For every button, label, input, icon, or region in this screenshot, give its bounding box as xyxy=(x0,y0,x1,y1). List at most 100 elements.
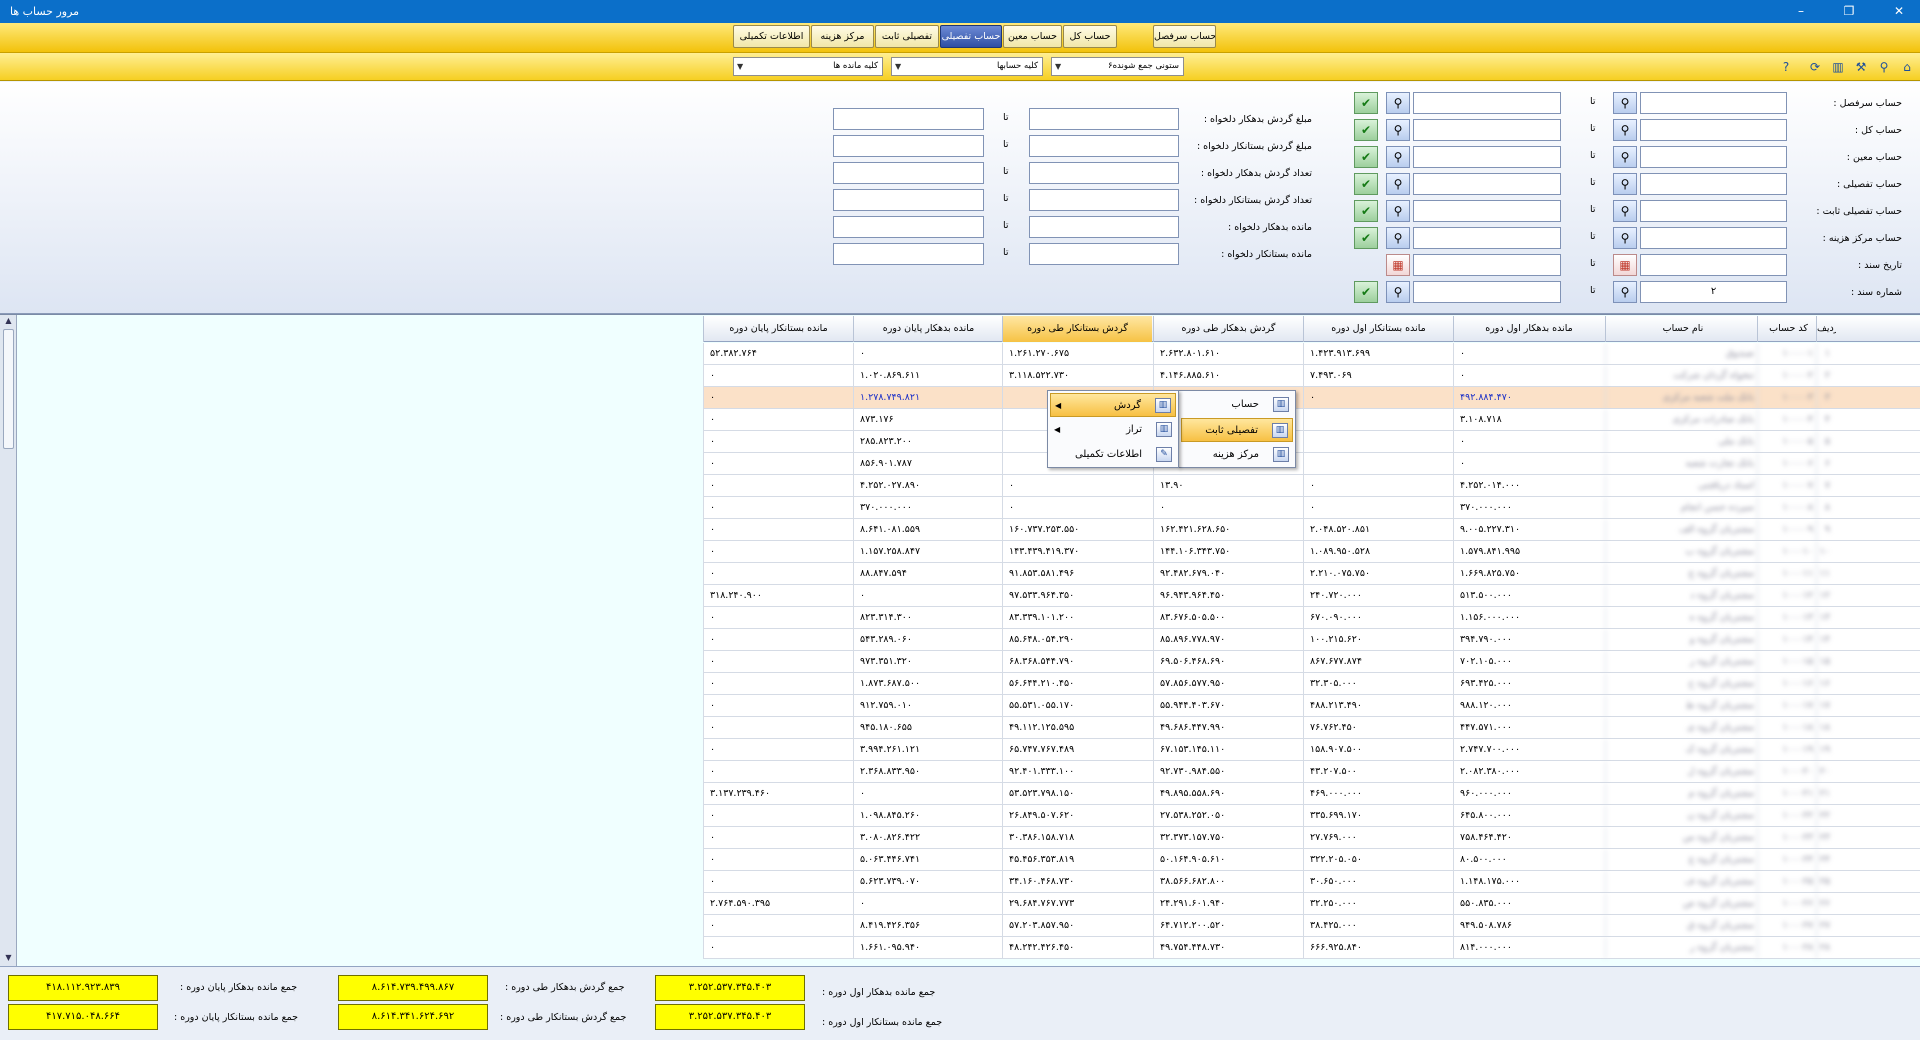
table-row[interactable]: ۱۵ ۱۰۰۰۱۵ مشتریان گروه ز ۷۰۲.۱۰۵.۰۰۰ ۸۶۷.۶۷۷… xyxy=(703,651,1920,673)
header-account-code[interactable]: کد حساب xyxy=(1757,316,1819,342)
close-button[interactable]: ✕ xyxy=(1884,2,1914,20)
search-icon[interactable]: ⚲ xyxy=(1386,227,1410,249)
table-row[interactable]: ۲۷ ۱۰۰۰۲۷ مشتریان گروه ق ۹۴۹.۵۰۸.۷۸۶ ۳۸.۴۲۵.… xyxy=(703,915,1920,937)
table-row[interactable]: ۲۲ ۱۰۰۰۲۲ مشتریان گروه ن ۶۴۵.۸۰۰.۰۰۰ ۳۳۵.۶۹۹… xyxy=(703,805,1920,827)
check-icon[interactable]: ✔ xyxy=(1354,173,1378,195)
table-row[interactable]: ۱۸ ۱۰۰۰۱۸ مشتریان گروه ی ۴۴۷.۵۷۱.۰۰۰ ۷۶.۷۶۲.… xyxy=(703,717,1920,739)
filter-from-input[interactable] xyxy=(1640,92,1787,114)
table-row[interactable]: ۲۶ ۱۰۰۰۲۶ مشتریان گروه ص ۵۵۰.۸۳۵.۰۰۰ ۳۲.۲۵۰.… xyxy=(703,893,1920,915)
amount-from-input[interactable] xyxy=(1029,135,1179,157)
filter-from-input[interactable] xyxy=(1640,173,1787,195)
minimize-button[interactable]: – xyxy=(1786,2,1816,20)
amount-from-input[interactable] xyxy=(1029,189,1179,211)
maximize-button[interactable]: ❐ xyxy=(1834,2,1864,20)
tab-tafsili-sabet[interactable]: تفصیلی ثابت xyxy=(875,25,939,48)
context-menu-item[interactable]: ✎ اطلاعات تکمیلی xyxy=(1050,443,1176,467)
table-row[interactable]: ۷ ۱۰۰۰۰۷ اسناد دریافتنی ۴.۲۵۲.۰۱۴.۰۰۰ ۰ ۱۳.۹۰… xyxy=(703,475,1920,497)
accounts-select[interactable]: ▼ کلیه حسابها xyxy=(891,57,1043,76)
table-row[interactable]: ۲۵ ۱۰۰۰۲۵ مشتریان گروه ف ۱.۱۴۸.۱۷۵.۰۰۰ ۳۰.۶۵… xyxy=(703,871,1920,893)
table-row[interactable]: ۱۷ ۱۰۰۰۱۷ مشتریان گروه ط ۹۸۸.۱۲۰.۰۰۰ ۴۸۸.۲۱۳… xyxy=(703,695,1920,717)
table-row[interactable]: ۲۸ ۱۰۰۰۲۸ مشتریان گروه ر ۸۱۴.۰۰۰.۰۰۰ ۶۶۶.۹۲۵… xyxy=(703,937,1920,959)
scroll-up-icon[interactable]: ▲ xyxy=(2,316,15,328)
filter-from-input[interactable] xyxy=(1640,200,1787,222)
header-open-credit[interactable]: مانده بستانکار اول دوره xyxy=(1303,316,1453,342)
filter-to-input[interactable] xyxy=(1413,200,1561,222)
amount-to-input[interactable] xyxy=(833,162,984,184)
filter-from-input[interactable] xyxy=(1640,119,1787,141)
search-icon[interactable]: ⚲ xyxy=(1386,173,1410,195)
table-row[interactable]: ۲۴ ۱۰۰۰۲۴ مشتریان گروه ع ۸۰.۵۰۰.۰۰۰ ۳۲۲.۲۰۵.… xyxy=(703,849,1920,871)
header-end-credit[interactable]: مانده بستانکار پایان دوره xyxy=(703,316,853,342)
help-icon[interactable]: ? xyxy=(1779,60,1793,74)
table-row[interactable]: ۱۲ ۱۰۰۰۱۲ مشتریان گروه د ۵۱۳.۵۰۰.۰۰۰ ۲۴۰.۷۲۰… xyxy=(703,585,1920,607)
amount-to-input[interactable] xyxy=(833,189,984,211)
table-row[interactable]: ۱ ۱۰۰۰۰۱ صندوق ۰ ۱.۴۲۳.۹۱۳.۶۹۹ ۲.۶۳۲.۸۰۱.۶۱۰ ۱… xyxy=(703,343,1920,365)
tab-sarfasl[interactable]: حساب سرفصل xyxy=(1153,25,1216,48)
amount-from-input[interactable] xyxy=(1029,216,1179,238)
table-row[interactable]: ۱۹ ۱۰۰۰۱۹ مشتریان گروه ک ۲.۷۴۷.۷۰۰.۰۰۰ ۱۵۸.۹… xyxy=(703,739,1920,761)
filter-icon[interactable]: ⚲ xyxy=(1877,60,1891,74)
amount-to-input[interactable] xyxy=(833,108,984,130)
amount-from-input[interactable] xyxy=(1029,162,1179,184)
header-open-debit[interactable]: مانده بدهکار اول دوره xyxy=(1453,316,1604,342)
amount-to-input[interactable] xyxy=(833,135,984,157)
calendar-icon[interactable]: ▦ xyxy=(1613,254,1637,276)
context-submenu-item[interactable]: ▥ تفصیلی ثابت xyxy=(1181,418,1293,442)
search-icon[interactable]: ⚲ xyxy=(1613,119,1637,141)
header-turn-credit[interactable]: گردش بستانکار طی دوره xyxy=(1002,316,1152,342)
amount-from-input[interactable] xyxy=(1029,243,1179,265)
table-row[interactable]: ۱۶ ۱۰۰۰۱۶ مشتریان گروه ح ۶۹۳.۴۲۵.۰۰۰ ۳۲.۳۰۵.… xyxy=(703,673,1920,695)
table-row[interactable]: ۱۰ ۱۰۰۰۱۰ مشتریان گروه ب ۱.۵۷۹.۸۴۱.۹۹۵ ۱.۰۸۹… xyxy=(703,541,1920,563)
check-icon[interactable]: ✔ xyxy=(1354,119,1378,141)
scroll-down-icon[interactable]: ▼ xyxy=(2,953,15,965)
filter-from-input[interactable]: ۲ xyxy=(1640,281,1787,303)
table-row[interactable]: ۴ ۱۰۰۰۰۴ بانک صادرات مرکزی ۳.۱۰۸.۷۱۸ ۸۷۳.۱۷۶… xyxy=(703,409,1920,431)
home-icon[interactable]: ⌂ xyxy=(1900,60,1914,74)
search-icon[interactable]: ⚲ xyxy=(1613,227,1637,249)
check-icon[interactable]: ✔ xyxy=(1354,92,1378,114)
scroll-thumb[interactable] xyxy=(3,329,14,449)
filter-from-input[interactable] xyxy=(1640,146,1787,168)
table-row[interactable]: ۸ ۱۰۰۰۰۸ سپرده حسن انجام ۳۷۰.۰۰۰.۰۰۰ ۰ ۰ ۰ ۳۷۰.… xyxy=(703,497,1920,519)
search-icon[interactable]: ⚲ xyxy=(1613,92,1637,114)
table-row[interactable]: ۲۰ ۱۰۰۰۲۰ مشتریان گروه ل ۲.۰۸۲.۳۸۰.۰۰۰ ۴۳.۲۰… xyxy=(703,761,1920,783)
header-account-name[interactable]: نام حساب xyxy=(1605,316,1760,342)
search-icon[interactable]: ⚲ xyxy=(1613,200,1637,222)
filter-to-input[interactable] xyxy=(1413,92,1561,114)
header-turn-debit[interactable]: گردش بدهکار طی دوره xyxy=(1153,316,1303,342)
header-end-debit[interactable]: مانده بدهکار پایان دوره xyxy=(853,316,1003,342)
tab-cost-center[interactable]: مرکز هزینه xyxy=(811,25,874,48)
filter-to-input[interactable] xyxy=(1413,254,1561,276)
search-icon[interactable]: ⚲ xyxy=(1386,146,1410,168)
filter-from-input[interactable] xyxy=(1640,227,1787,249)
context-menu-item[interactable]: ▥ تراز ◀ xyxy=(1050,418,1176,442)
amount-to-input[interactable] xyxy=(833,216,984,238)
context-submenu-item[interactable]: ▥ حساب xyxy=(1181,393,1293,417)
search-icon[interactable]: ⚲ xyxy=(1386,200,1410,222)
search-icon[interactable]: ⚲ xyxy=(1386,119,1410,141)
chart-icon[interactable]: ▥ xyxy=(1831,60,1845,74)
filter-from-input[interactable] xyxy=(1640,254,1787,276)
amount-from-input[interactable] xyxy=(1029,108,1179,130)
tab-tafsili[interactable]: حساب تفصیلی xyxy=(940,25,1002,48)
tab-kol[interactable]: حساب کل xyxy=(1063,25,1117,48)
table-row[interactable]: ۲۱ ۱۰۰۰۲۱ مشتریان گروه م ۹۶۰.۰۰۰.۰۰۰ ۴۶۹.۰۰۰… xyxy=(703,783,1920,805)
balances-select[interactable]: ▼ کلیه مانده ها xyxy=(733,57,883,76)
search-icon[interactable]: ⚲ xyxy=(1613,146,1637,168)
vertical-scrollbar[interactable]: ▲ ▼ xyxy=(0,315,17,967)
filter-to-input[interactable] xyxy=(1413,281,1561,303)
table-row[interactable]: ۵ ۱۰۰۰۰۵ بانک ملی ۰ ۲۸۵.۸۲۳.۲۰۰ ۰ xyxy=(703,431,1920,453)
check-icon[interactable]: ✔ xyxy=(1354,281,1378,303)
table-row[interactable]: ۳ ۱۰۰۰۰۳ بانک ملت شعبه مرکزی ۴۹۲.۸۸۴.۴۷۰ ۰ ۱.… xyxy=(703,387,1920,409)
filter-to-input[interactable] xyxy=(1413,173,1561,195)
search-icon[interactable]: ⚲ xyxy=(1613,281,1637,303)
refresh-icon[interactable]: ⟳ xyxy=(1808,60,1822,74)
table-row[interactable]: ۱۴ ۱۰۰۰۱۴ مشتریان گروه و ۳۹۴.۷۹۰.۰۰۰ ۱۰۰.۲۱۵… xyxy=(703,629,1920,651)
tab-moein[interactable]: حساب معین xyxy=(1003,25,1062,48)
search-icon[interactable]: ⚲ xyxy=(1386,92,1410,114)
filter-to-input[interactable] xyxy=(1413,146,1561,168)
context-submenu-item[interactable]: ▥ مرکز هزینه xyxy=(1181,443,1293,467)
table-row[interactable]: ۲ ۱۰۰۰۰۲ تنخواه گردان شرکت ۰ ۷.۴۹۳.۰۶۹ ۴.۱۴۶.… xyxy=(703,365,1920,387)
filter-to-input[interactable] xyxy=(1413,119,1561,141)
table-row[interactable]: ۱۳ ۱۰۰۰۱۳ مشتریان گروه ه ۱.۱۵۶.۰۰۰.۰۰۰ ۶۷۰.۰… xyxy=(703,607,1920,629)
